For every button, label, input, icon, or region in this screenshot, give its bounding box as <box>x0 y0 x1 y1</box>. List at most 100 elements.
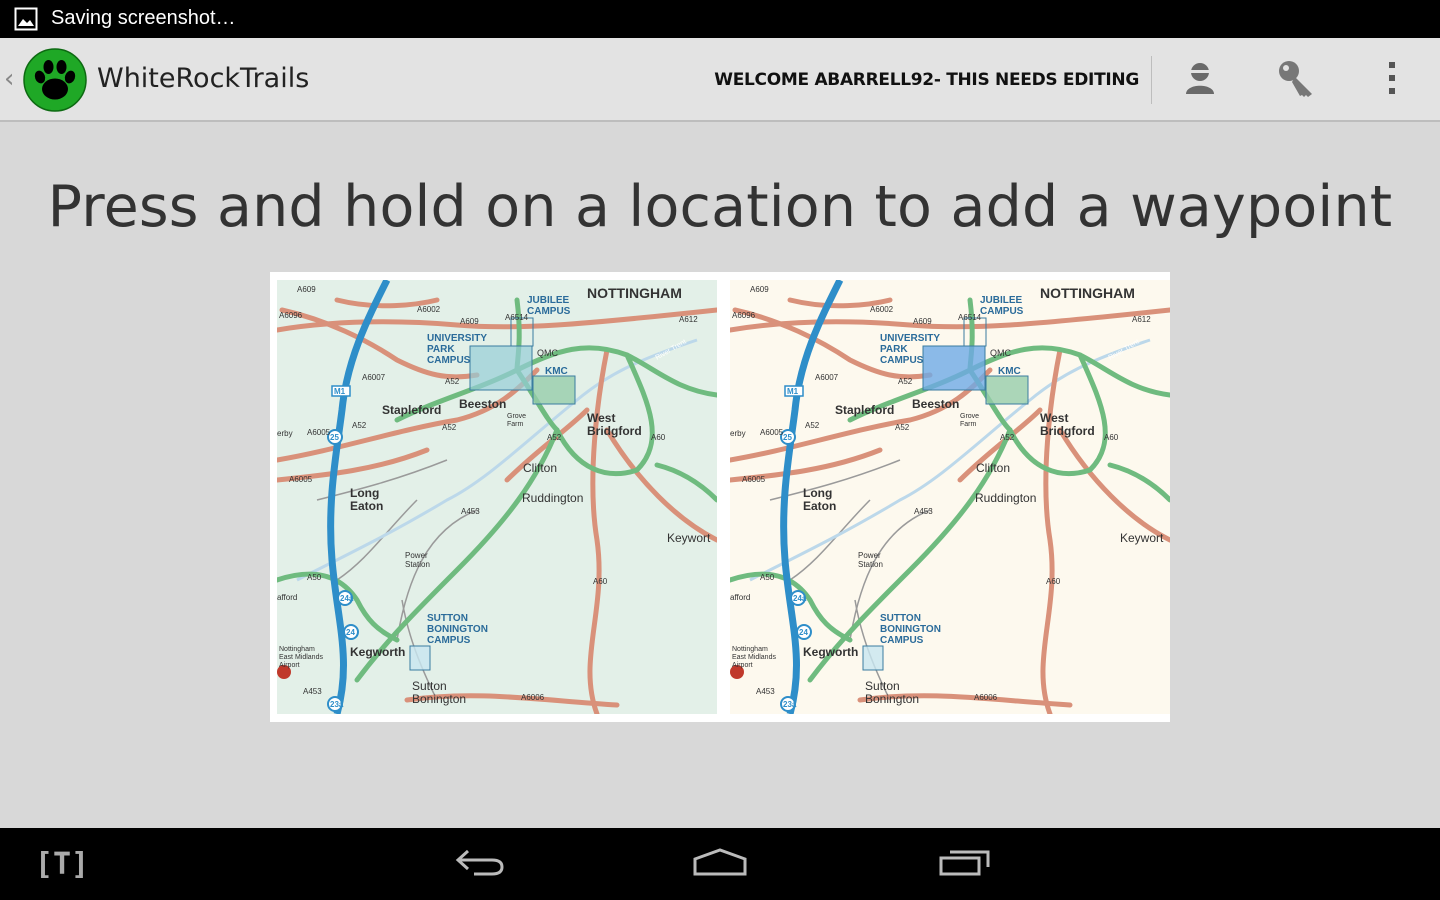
campus-box <box>922 345 986 391</box>
map-label: East Midlands <box>279 654 323 661</box>
map-label: Long <box>350 486 379 500</box>
map-label: PARK <box>880 344 908 355</box>
road-number: A609 <box>297 285 316 294</box>
junction-label: 25 <box>330 433 339 442</box>
road-number: A6005 <box>742 475 766 484</box>
campus-box <box>985 375 1029 405</box>
up-caret-icon[interactable]: ‹ <box>4 64 14 94</box>
map-label: afford <box>730 593 750 602</box>
map-label: Beeston <box>912 397 959 411</box>
map-label: Clifton <box>976 461 1010 475</box>
map-label: CAMPUS <box>880 635 924 646</box>
map-label: Bridgford <box>1040 424 1095 438</box>
road-number: A52 <box>1000 433 1015 442</box>
map-label: Stapleford <box>382 403 441 417</box>
map-label: CAMPUS <box>980 306 1024 317</box>
map-label: Farm <box>960 421 977 428</box>
map-label: Clifton <box>523 461 557 475</box>
paw-icon[interactable] <box>23 48 87 112</box>
road-number: A52 <box>352 421 367 430</box>
campus-box <box>409 645 431 671</box>
action-bar: ‹ WhiteRockTrails WELCOME ABARRELL92- TH… <box>0 38 1440 122</box>
welcome-text: WELCOME ABARRELL92- THIS NEEDS EDITING <box>714 70 1139 90</box>
road-number: A6514 <box>958 313 982 322</box>
map-label: NOTTINGHAM <box>587 285 682 301</box>
map-label: Keywort <box>1120 531 1164 545</box>
map-label: Nottingham <box>732 646 768 653</box>
back-button[interactable] <box>440 838 520 890</box>
map-label: CAMPUS <box>427 635 471 646</box>
main-content: Press and hold on a location to add a wa… <box>0 124 1440 828</box>
key-icon <box>1276 58 1316 102</box>
overflow-menu-button[interactable] <box>1352 46 1432 114</box>
map-label: afford <box>277 593 297 602</box>
map-panel: 2524a2423aM1NOTTINGHAMJUBILEECAMPUSUNIVE… <box>730 280 1170 714</box>
map-label: Station <box>858 560 883 569</box>
app-title: WhiteRockTrails <box>97 63 310 94</box>
map-label: Kegworth <box>803 645 858 659</box>
map-view[interactable]: 25 24a 24 23a M1 NOTTINGHAM JUBILEE CAMPUS UNIVE… <box>270 272 1170 722</box>
road-number: A60 <box>651 433 666 442</box>
junction-label: 24 <box>799 628 808 637</box>
road-number: A6096 <box>732 311 756 320</box>
map-label: CAMPUS <box>880 355 924 366</box>
navigation-bar: [T] <box>0 828 1440 900</box>
map-label: UNIVERSITY <box>880 333 940 344</box>
map-label: erby <box>730 429 746 438</box>
map-label: SUTTON <box>880 613 921 624</box>
road-number: A52 <box>547 433 562 442</box>
map-label: CAMPUS <box>427 355 471 366</box>
map-label: Ruddington <box>522 491 583 505</box>
action-divider <box>1151 56 1152 104</box>
road-number: A52 <box>445 377 460 386</box>
map-label: CAMPUS <box>527 306 571 317</box>
map-label: erby <box>277 429 293 438</box>
map-label: Sutton <box>412 679 447 693</box>
map-label: Power <box>405 551 428 560</box>
road-number: A50 <box>760 573 775 582</box>
road-number: A60 <box>593 577 608 586</box>
map-panel: 2524a2423aM1NOTTINGHAMJUBILEECAMPUSUNIVE… <box>277 280 717 714</box>
home-button[interactable] <box>680 838 760 890</box>
junction-label: 24 <box>346 628 355 637</box>
map-label: Bonington <box>412 692 466 706</box>
map-label: Nottingham <box>279 646 315 653</box>
map-label: Eaton <box>803 499 836 513</box>
road-number: A6006 <box>521 693 545 702</box>
road-number: A6096 <box>279 311 303 320</box>
road-number: A52 <box>805 421 820 430</box>
account-button[interactable] <box>1160 46 1240 114</box>
map-label: Bonington <box>865 692 919 706</box>
map-label: Long <box>803 486 832 500</box>
map-label: Stapleford <box>835 403 894 417</box>
road-number: A453 <box>914 507 933 516</box>
map-label: Sutton <box>865 679 900 693</box>
junction-label: 24a <box>793 594 807 603</box>
person-icon <box>1184 61 1216 99</box>
image-icon <box>14 7 38 31</box>
road-number: A6007 <box>362 373 386 382</box>
map-label: KMC <box>998 366 1021 377</box>
junction-label: 23a <box>330 700 344 709</box>
recent-apps-icon <box>938 847 992 881</box>
map-label: UNIVERSITY <box>427 333 487 344</box>
road-number: A609 <box>460 317 479 326</box>
road-number: A612 <box>679 315 698 324</box>
road-number: A6002 <box>870 305 894 314</box>
map-label: Eaton <box>350 499 383 513</box>
map-label: JUBILEE <box>527 295 570 306</box>
recent-apps-button[interactable] <box>925 838 1005 890</box>
map-label: JUBILEE <box>980 295 1023 306</box>
road-number: A453 <box>303 687 322 696</box>
login-button[interactable] <box>1256 46 1336 114</box>
map-label: Bridgford <box>587 424 642 438</box>
junction-label: 24a <box>340 594 354 603</box>
brand-logo[interactable]: [T] <box>30 838 94 890</box>
campus-box <box>532 375 576 405</box>
map-label: Airport <box>279 662 300 669</box>
road-number: A609 <box>913 317 932 326</box>
back-icon <box>454 847 506 881</box>
campus-box <box>469 345 533 391</box>
map-label: Keywort <box>667 531 711 545</box>
map-label: QMC <box>537 348 558 358</box>
